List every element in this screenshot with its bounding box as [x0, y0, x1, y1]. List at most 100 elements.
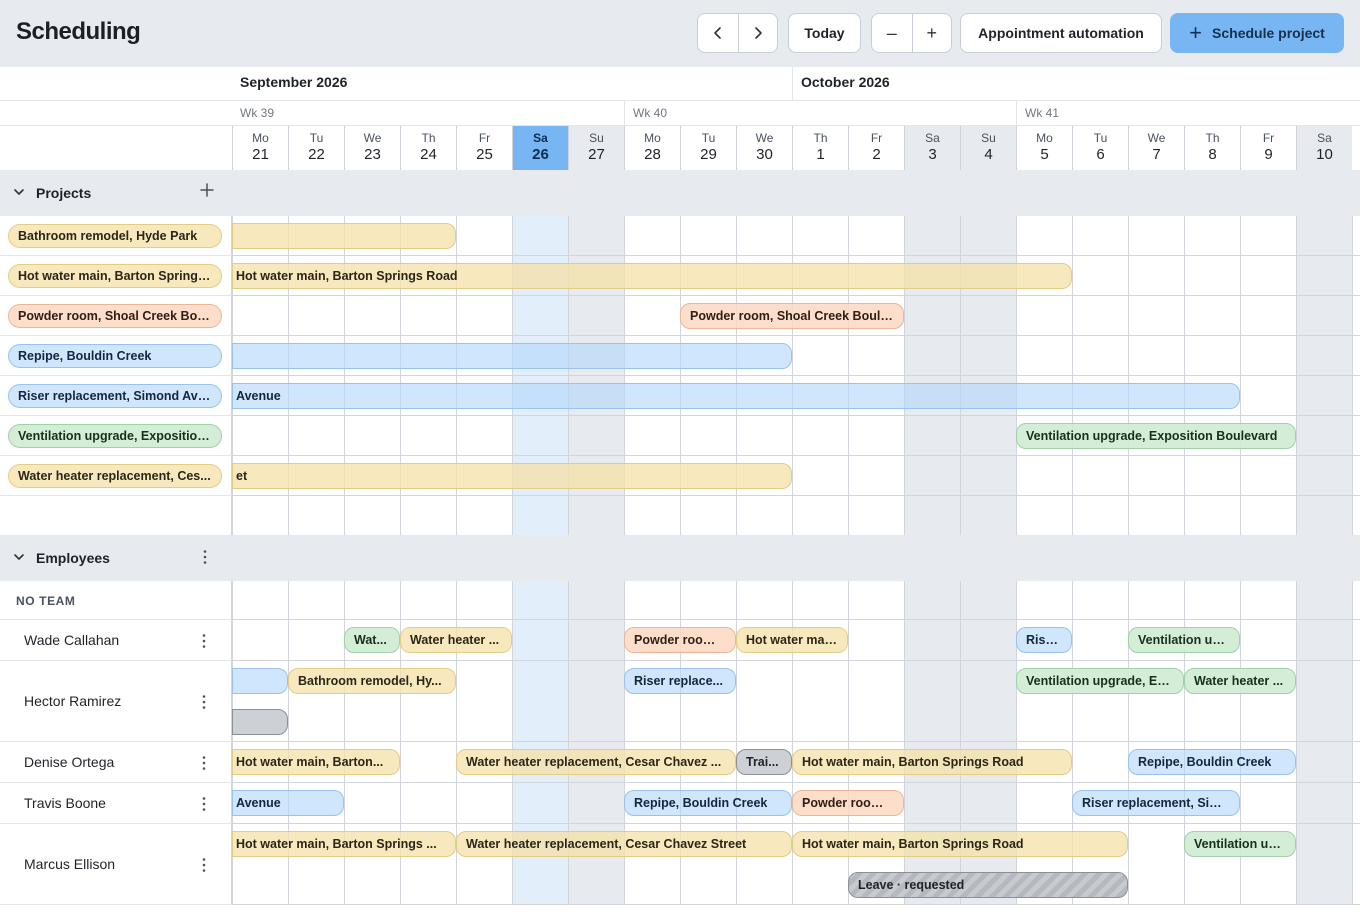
day-number: 4 — [984, 146, 993, 163]
schedule-bar[interactable]: Powder room,... — [624, 627, 736, 653]
more-vertical-icon[interactable] — [203, 548, 207, 571]
schedule-bar[interactable]: Water heater replacement, Cesar Chavez .… — [456, 749, 736, 775]
more-vertical-icon[interactable] — [202, 694, 206, 715]
day-header-21[interactable]: Mo 21 — [232, 126, 288, 170]
project-label[interactable]: Water heater replacement, Ces... — [8, 464, 222, 488]
employee-list: NO TEAM Wade Callahan Hector Ramirez Denise… — [0, 581, 232, 905]
schedule-project-button[interactable]: + Schedule project — [1170, 13, 1344, 53]
employee-name[interactable]: Wade Callahan — [24, 632, 119, 648]
day-header-10[interactable]: Sa 10 — [1296, 126, 1352, 170]
grid-hline — [232, 495, 1360, 496]
schedule-bar[interactable]: Bathroom remodel, Hy... — [288, 668, 456, 694]
project-label[interactable]: Bathroom remodel, Hyde Park — [8, 224, 222, 248]
day-header-2[interactable]: Fr 2 — [848, 126, 904, 170]
grid-vline — [1072, 216, 1073, 536]
schedule-bar[interactable]: Trai... — [736, 749, 792, 775]
leave-request-bar[interactable]: Leave · requested — [848, 872, 1128, 898]
schedule-bar[interactable]: Hot water main, Barton... — [232, 749, 400, 775]
more-vertical-icon[interactable] — [202, 755, 206, 776]
schedule-bar[interactable]: Ventilation up... — [1184, 831, 1296, 857]
next-period-button[interactable] — [737, 14, 778, 52]
schedule-bar[interactable]: Riser replacement, Sim... — [1072, 790, 1240, 816]
schedule-bar[interactable]: Water heater ... — [400, 627, 512, 653]
schedule-bar[interactable]: Repipe, Bouldin Creek — [1128, 749, 1296, 775]
chevron-down-icon[interactable] — [13, 186, 25, 201]
schedule-bar[interactable]: Avenue — [232, 383, 1240, 409]
more-vertical-icon[interactable] — [202, 796, 206, 817]
employee-name[interactable]: Marcus Ellison — [24, 856, 115, 872]
project-list: Bathroom remodel, Hyde Park Hot water mai… — [0, 216, 232, 536]
day-number: 5 — [1040, 146, 1049, 163]
day-header-30[interactable]: We 30 — [736, 126, 792, 170]
employee-name[interactable]: Denise Ortega — [24, 754, 114, 770]
day-abbr: Th — [813, 131, 828, 145]
day-number: 27 — [588, 146, 605, 163]
day-abbr: Su — [589, 131, 604, 145]
today-button[interactable]: Today — [788, 13, 861, 53]
schedule-bar[interactable]: Water heater replacement, Cesar Chavez S… — [456, 831, 792, 857]
schedule-bar[interactable]: Hot water main, Barton Springs Road — [232, 263, 1072, 289]
more-vertical-icon[interactable] — [202, 633, 206, 654]
previous-period-button[interactable] — [698, 14, 738, 52]
day-header-29[interactable]: Tu 29 — [680, 126, 736, 170]
day-header-25[interactable]: Fr 25 — [456, 126, 512, 170]
schedule-bar[interactable]: Rise... — [1016, 627, 1072, 653]
schedule-bar[interactable]: Hot water main, Barton Springs Road — [792, 749, 1072, 775]
schedule-bar[interactable] — [232, 343, 792, 369]
day-header-27[interactable]: Su 27 — [568, 126, 624, 170]
schedule-bar[interactable]: Wat... — [344, 627, 400, 653]
schedule-bar[interactable] — [232, 709, 288, 735]
page-title: Scheduling — [16, 18, 141, 45]
schedule-bar[interactable]: Hot water main, Barton Springs ... — [232, 831, 456, 857]
day-header-7[interactable]: We 7 — [1128, 126, 1184, 170]
schedule-bar[interactable]: Ventilation upgrade, Exposition Boulevar… — [1016, 423, 1296, 449]
schedule-bar[interactable]: Powder room, Shoal Creek Boule... — [680, 303, 904, 329]
project-label[interactable]: Ventilation upgrade, Exposition... — [8, 424, 222, 448]
employee-name[interactable]: Hector Ramirez — [24, 693, 121, 709]
day-header-9[interactable]: Fr 9 — [1240, 126, 1296, 170]
day-header-28[interactable]: Mo 28 — [624, 126, 680, 170]
grid-hline — [232, 455, 1360, 456]
day-header-5[interactable]: Mo 5 — [1016, 126, 1072, 170]
day-header-23[interactable]: We 23 — [344, 126, 400, 170]
more-vertical-icon[interactable] — [202, 857, 206, 878]
day-abbr: We — [755, 131, 774, 145]
schedule-bar[interactable]: Avenue — [232, 790, 344, 816]
project-label[interactable]: Powder room, Shoal Creek Boul... — [8, 304, 222, 328]
appointment-automation-button[interactable]: Appointment automation — [960, 13, 1162, 53]
schedule-bar[interactable]: Ventilation up... — [1128, 627, 1240, 653]
project-label[interactable]: Riser replacement, Simond Ave... — [8, 384, 222, 408]
row-divider — [0, 823, 232, 824]
schedule-bar[interactable]: et — [232, 463, 792, 489]
schedule-bar[interactable]: Riser replace... — [624, 668, 736, 694]
employee-name[interactable]: Travis Boone — [24, 795, 106, 811]
zoom-in-button[interactable]: + — [911, 14, 952, 52]
project-label[interactable]: Hot water main, Barton Springs... — [8, 264, 222, 288]
day-header-6[interactable]: Tu 6 — [1072, 126, 1128, 170]
schedule-bar[interactable]: Powder room,... — [792, 790, 904, 816]
schedule-bar[interactable]: Water heater ... — [1184, 668, 1296, 694]
add-project-icon[interactable] — [199, 181, 215, 204]
grid-hline — [232, 823, 1360, 824]
project-label[interactable]: Repipe, Bouldin Creek — [8, 344, 222, 368]
schedule-bar[interactable]: Hot water main, Barton Springs Road — [792, 831, 1128, 857]
chevron-down-icon[interactable] — [13, 551, 25, 566]
day-header-row: Mo 21 Tu 22 We 23 Th 24 Fr 25 Sa 26 Su 27 Mo 28 Tu 29 We 30… — [0, 126, 1360, 170]
zoom-out-button[interactable]: – — [872, 14, 912, 52]
day-header-8[interactable]: Th 8 — [1184, 126, 1240, 170]
schedule-bar[interactable] — [232, 223, 456, 249]
day-header-3[interactable]: Sa 3 — [904, 126, 960, 170]
schedule-bar[interactable]: Ventilation upgrade, Ex... — [1016, 668, 1184, 694]
day-header-24[interactable]: Th 24 — [400, 126, 456, 170]
schedule-bar[interactable]: Hot water mai... — [736, 627, 848, 653]
grid-vline — [1352, 581, 1353, 905]
day-header-1[interactable]: Th 1 — [792, 126, 848, 170]
day-header-4[interactable]: Su 4 — [960, 126, 1016, 170]
schedule-bar[interactable] — [232, 668, 288, 694]
day-number: 28 — [644, 146, 661, 163]
day-header-22[interactable]: Tu 22 — [288, 126, 344, 170]
grid-hline — [232, 782, 1360, 783]
day-abbr: Mo — [1036, 131, 1053, 145]
schedule-bar[interactable]: Repipe, Bouldin Creek — [624, 790, 792, 816]
day-header-26[interactable]: Sa 26 — [512, 126, 568, 170]
